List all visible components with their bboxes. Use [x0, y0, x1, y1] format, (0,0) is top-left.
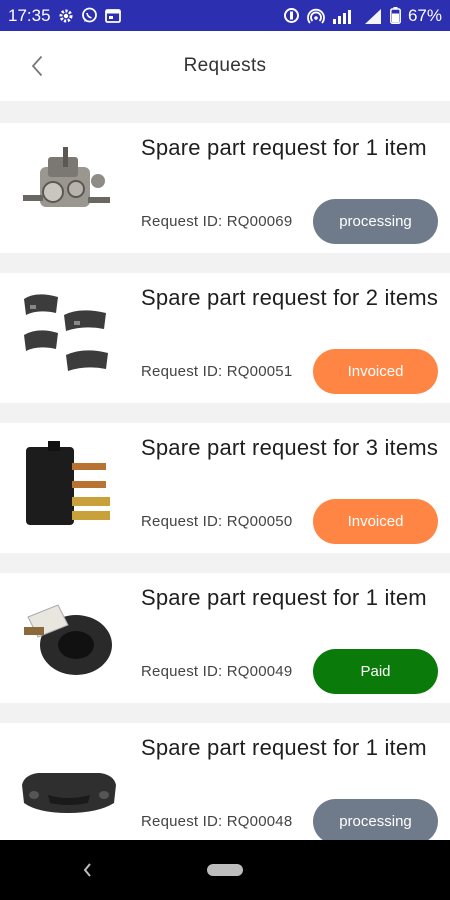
chevron-left-icon — [83, 863, 91, 877]
request-card[interactable]: Spare part request for 1 item Request ID… — [0, 723, 450, 840]
relay-image — [18, 437, 118, 537]
status-badge: Invoiced — [313, 349, 438, 394]
request-title: Spare part request for 2 items — [141, 285, 439, 310]
status-time: 17:35 — [8, 5, 51, 25]
system-nav-bar — [0, 840, 450, 900]
gearbox-image — [18, 137, 118, 237]
request-card[interactable]: Spare part request for 1 item Request ID… — [0, 123, 450, 253]
page-title: Requests — [183, 55, 267, 76]
hotspot-icon — [307, 8, 325, 24]
battery-icon — [390, 7, 401, 24]
request-id: Request ID: RQ00050 — [141, 513, 293, 530]
throttle-sensor-image — [18, 587, 118, 687]
request-list[interactable]: Spare part request for 1 item Request ID… — [0, 123, 450, 840]
battery-percent: 67% — [407, 5, 442, 25]
whatsapp-icon — [81, 7, 98, 24]
brake-pads-image — [18, 287, 118, 387]
request-id: Request ID: RQ00048 — [141, 813, 293, 830]
nav-home-pill[interactable] — [207, 864, 243, 876]
settings-icon — [58, 8, 74, 24]
signal-icon — [332, 8, 356, 24]
status-badge: processing — [313, 799, 438, 840]
request-id: Request ID: RQ00049 — [141, 663, 293, 680]
request-id: Request ID: RQ00051 — [141, 363, 293, 380]
app-header: Requests — [0, 31, 450, 101]
chevron-left-icon — [31, 55, 43, 77]
status-badge: Paid — [313, 649, 438, 694]
status-badge: processing — [313, 199, 438, 244]
data-saver-icon — [283, 7, 300, 24]
request-title: Spare part request for 3 items — [141, 435, 439, 460]
back-button[interactable] — [24, 53, 50, 79]
nav-back-button[interactable] — [78, 860, 98, 880]
status-bar: 17:35 67% — [0, 0, 450, 31]
bumper-image — [18, 737, 118, 837]
request-card[interactable]: Spare part request for 2 items Request I… — [0, 273, 450, 403]
request-title: Spare part request for 1 item — [141, 135, 427, 160]
request-card[interactable]: Spare part request for 3 items Request I… — [0, 423, 450, 553]
calendar-icon — [104, 8, 121, 23]
status-badge: Invoiced — [313, 499, 438, 544]
request-card[interactable]: Spare part request for 1 item Request ID… — [0, 573, 450, 703]
request-title: Spare part request for 1 item — [141, 735, 427, 760]
request-id: Request ID: RQ00069 — [141, 213, 293, 230]
signal-2-icon — [363, 8, 383, 24]
request-title: Spare part request for 1 item — [141, 585, 427, 610]
